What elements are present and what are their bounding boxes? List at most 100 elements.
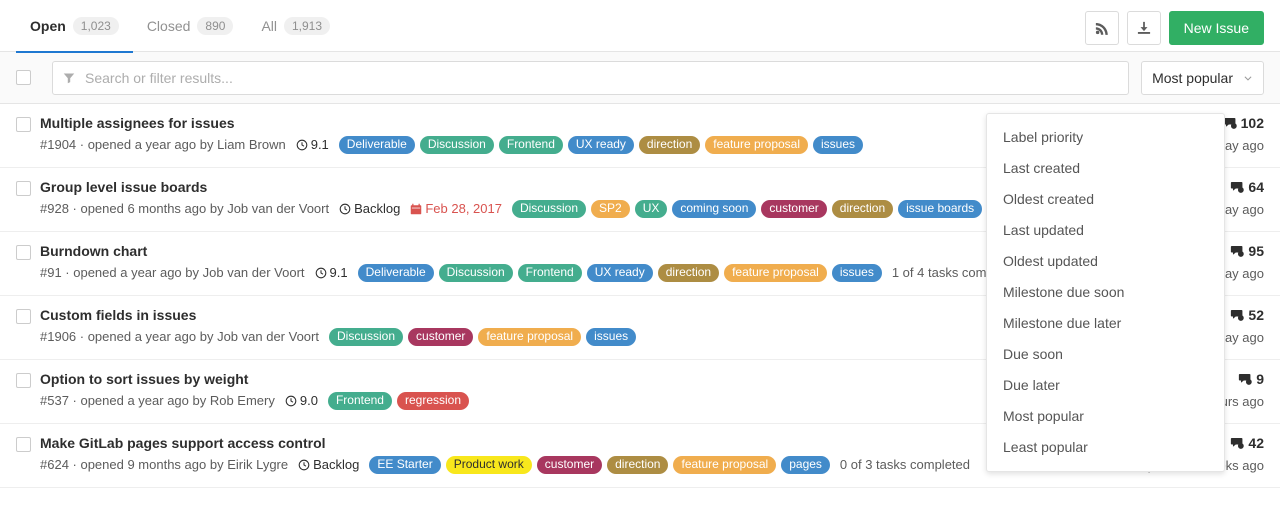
tab-all[interactable]: All1,913 [247, 0, 344, 52]
issue-label[interactable]: Frontend [499, 136, 563, 154]
issue-label[interactable]: issues [832, 264, 882, 282]
issue-label[interactable]: feature proposal [705, 136, 808, 154]
issue-milestone[interactable]: 9.1 [315, 264, 348, 282]
toolbar-actions: New Issue [1085, 11, 1264, 45]
comment-value: 52 [1248, 307, 1264, 323]
comment-value: 42 [1248, 435, 1264, 451]
due-date-label: Feb 28, 2017 [425, 200, 502, 218]
issue-comment-count[interactable]: 64 [1230, 179, 1264, 195]
issue-label[interactable]: feature proposal [724, 264, 827, 282]
issue-labels: Discussion SP2 UXcoming soon customer direct… [512, 200, 982, 218]
issue-due-date: Feb 28, 2017 [410, 200, 502, 218]
sort-option[interactable]: Due soon [987, 339, 1224, 370]
issue-label[interactable]: UX ready [587, 264, 653, 282]
issue-label[interactable]: feature proposal [673, 456, 776, 474]
issue-milestone[interactable]: 9.0 [285, 392, 318, 410]
clock-icon [298, 459, 310, 471]
issue-comment-count[interactable]: 42 [1230, 435, 1264, 451]
sort-option[interactable]: Oldest updated [987, 246, 1224, 277]
issue-label[interactable]: issue boards [898, 200, 982, 218]
tab-label: Closed [147, 18, 191, 34]
issue-label[interactable]: Frontend [328, 392, 392, 410]
clock-icon [285, 395, 297, 407]
issue-label[interactable]: Discussion [439, 264, 513, 282]
calendar-icon [410, 203, 422, 215]
sort-option[interactable]: Least popular [987, 432, 1224, 463]
issue-label[interactable]: direction [639, 136, 700, 154]
issue-comment-count[interactable]: 52 [1230, 307, 1264, 323]
issue-reference: #1906 · opened a year ago by Job van der… [40, 328, 319, 346]
issue-label[interactable]: Discussion [329, 328, 403, 346]
tab-count: 890 [197, 17, 233, 35]
sort-option[interactable]: Label priority [987, 122, 1224, 153]
milestone-label: 9.0 [300, 392, 318, 410]
new-issue-button[interactable]: New Issue [1169, 11, 1264, 45]
issue-labels: EE Starter Product work customer direction f… [369, 456, 830, 474]
sort-option[interactable]: Most popular [987, 401, 1224, 432]
issue-comment-count[interactable]: 102 [1223, 115, 1264, 131]
issue-reference: #624 · opened 9 months ago by Eirik Lygr… [40, 456, 288, 474]
issue-label[interactable]: customer [408, 328, 473, 346]
sort-dropdown-label: Most popular [1152, 70, 1233, 86]
issue-label[interactable]: Discussion [512, 200, 586, 218]
issue-label[interactable]: Discussion [420, 136, 494, 154]
sort-dropdown-button[interactable]: Most popular [1141, 61, 1264, 95]
new-issue-label: New Issue [1184, 20, 1249, 36]
issue-comment-count[interactable]: 95 [1230, 243, 1264, 259]
milestone-label: Backlog [313, 456, 359, 474]
issue-label[interactable]: direction [658, 264, 719, 282]
issue-reference: #928 · opened 6 months ago by Job van de… [40, 200, 329, 218]
tab-closed[interactable]: Closed 890 [133, 0, 248, 52]
sort-option[interactable]: Oldest created [987, 184, 1224, 215]
issue-label[interactable]: SP2 [591, 200, 630, 218]
issue-labels: Discussion customer feature proposal issues [329, 328, 636, 346]
sort-option[interactable]: Due later [987, 370, 1224, 401]
issue-label[interactable]: EE Starter [369, 456, 440, 474]
issue-label[interactable]: regression [397, 392, 469, 410]
search-input[interactable] [83, 69, 1118, 87]
search-filter-bar[interactable] [52, 61, 1129, 95]
issue-label[interactable]: UX [635, 200, 668, 218]
issue-label[interactable]: customer [761, 200, 826, 218]
comment-value: 64 [1248, 179, 1264, 195]
tab-label: All [261, 18, 277, 34]
issue-label[interactable]: coming soon [672, 200, 756, 218]
download-icon [1137, 21, 1151, 35]
issue-label[interactable]: direction [607, 456, 668, 474]
issue-label[interactable]: customer [537, 456, 602, 474]
export-issues-button[interactable] [1127, 11, 1161, 45]
issue-label[interactable]: Frontend [518, 264, 582, 282]
issue-milestone[interactable]: 9.1 [296, 136, 329, 154]
issue-labels: Deliverable Discussion Frontend UX ready dir… [358, 264, 882, 282]
comment-value: 102 [1241, 115, 1264, 131]
tab-open[interactable]: Open1,023 [16, 0, 133, 52]
issue-label[interactable]: Deliverable [358, 264, 434, 282]
select-all-checkbox[interactable] [16, 70, 31, 85]
issue-select-checkbox[interactable] [16, 437, 31, 452]
issue-select-checkbox[interactable] [16, 309, 31, 324]
issue-label[interactable]: feature proposal [478, 328, 581, 346]
sort-option[interactable]: Milestone due soon [987, 277, 1224, 308]
issue-milestone[interactable]: Backlog [298, 456, 359, 474]
sort-option[interactable]: Milestone due later [987, 308, 1224, 339]
issue-select-checkbox[interactable] [16, 117, 31, 132]
filter-icon [63, 72, 75, 84]
issue-label[interactable]: issues [813, 136, 863, 154]
rss-subscribe-button[interactable] [1085, 11, 1119, 45]
issue-milestone[interactable]: Backlog [339, 200, 400, 218]
clock-icon [296, 139, 308, 151]
issue-select-checkbox[interactable] [16, 245, 31, 260]
issue-label[interactable]: UX ready [568, 136, 634, 154]
issue-select-checkbox[interactable] [16, 181, 31, 196]
issue-comment-count[interactable]: 9 [1238, 371, 1264, 387]
sort-option[interactable]: Last created [987, 153, 1224, 184]
issue-label[interactable]: issues [586, 328, 636, 346]
tab-count: 1,023 [73, 17, 119, 35]
issue-task-progress: 0 of 3 tasks completed [840, 456, 970, 474]
issue-label[interactable]: pages [781, 456, 830, 474]
issue-select-checkbox[interactable] [16, 373, 31, 388]
issue-label[interactable]: Deliverable [339, 136, 415, 154]
issue-label[interactable]: direction [832, 200, 893, 218]
issue-label[interactable]: Product work [446, 456, 532, 474]
sort-option[interactable]: Last updated [987, 215, 1224, 246]
